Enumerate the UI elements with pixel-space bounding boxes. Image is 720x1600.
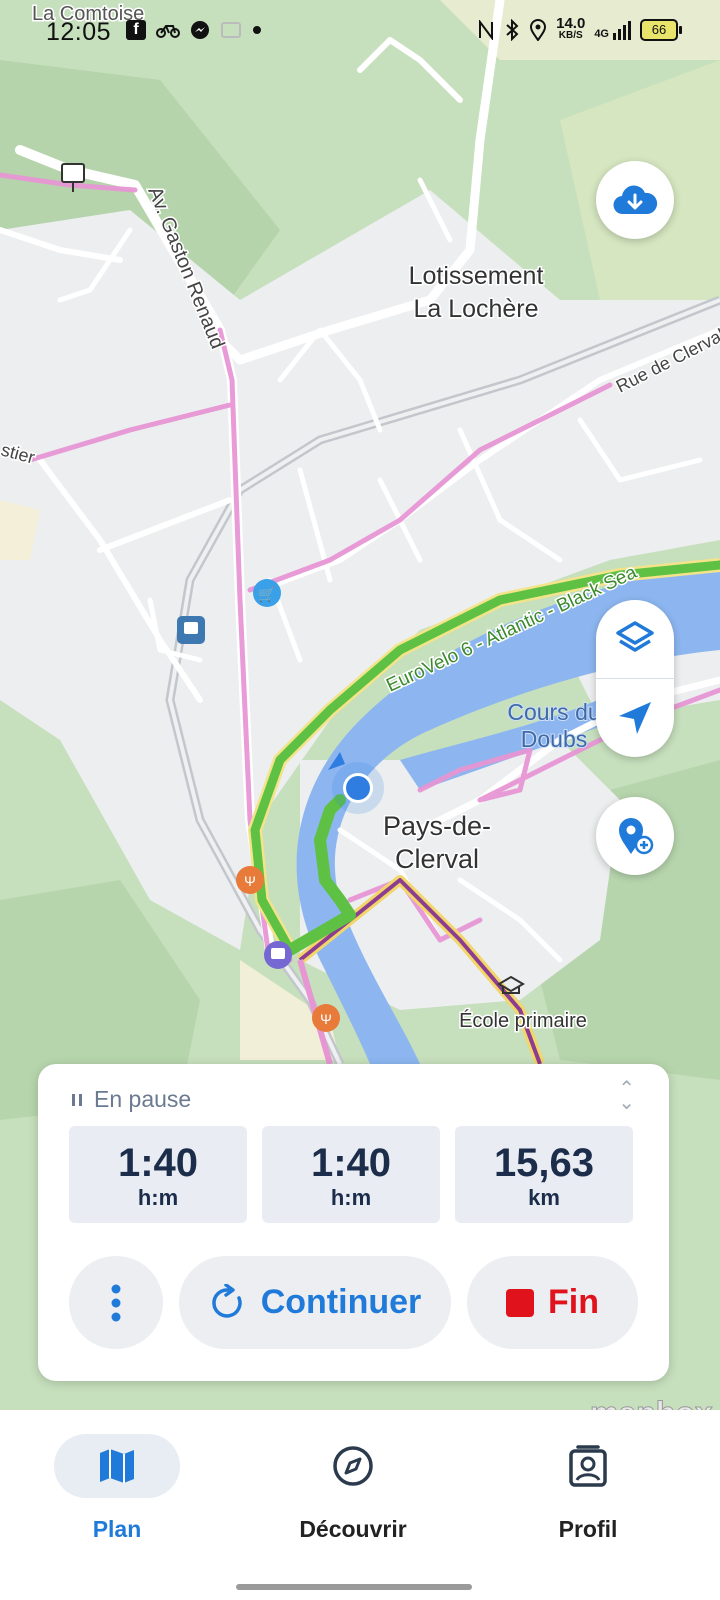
- add-location-icon: [619, 818, 654, 855]
- photo-icon: [221, 22, 241, 38]
- stat-value: 15,63: [493, 1140, 595, 1185]
- navigation-arrow-icon: [619, 702, 651, 734]
- svg-text:🛒: 🛒: [258, 586, 275, 603]
- map-controls: [596, 600, 674, 757]
- map-label-pays-2: Clerval: [395, 844, 479, 874]
- stat-distance: 15,63 km: [455, 1126, 633, 1223]
- battery-icon: 66: [640, 19, 682, 41]
- nav-profil[interactable]: Profil: [488, 1410, 688, 1543]
- map-label-cours-doubs-1: Cours du: [507, 699, 600, 725]
- tracking-status-label: En pause: [94, 1086, 192, 1112]
- map-label-ecole: École primaire: [459, 1009, 587, 1032]
- nav-plan[interactable]: Plan: [17, 1410, 217, 1543]
- map-label-lotissement-2: La Lochère: [413, 295, 538, 323]
- profile-icon: [569, 1445, 607, 1487]
- location-icon: [530, 19, 547, 41]
- messenger-icon: [191, 21, 209, 39]
- dot-icon: [253, 26, 261, 34]
- nav-label: Découvrir: [299, 1516, 407, 1542]
- bike-icon: [156, 25, 180, 38]
- stat-total-time: 1:40 h:m: [262, 1126, 440, 1223]
- stat-unit: h:m: [137, 1184, 179, 1210]
- stat-unit: h:m: [330, 1184, 372, 1210]
- layers-icon: [616, 621, 654, 652]
- stat-value: 1:40: [310, 1140, 392, 1185]
- stat-moving-time: 1:40 h:m: [69, 1126, 247, 1223]
- expand-collapse-icon[interactable]: ⌃ ⌄: [618, 1079, 635, 1113]
- svg-text:Ψ: Ψ: [244, 873, 256, 889]
- layers-button[interactable]: [596, 600, 674, 678]
- status-time: 12:05: [46, 18, 112, 46]
- end-label: Fin: [548, 1283, 599, 1321]
- cloud-download-icon: [613, 185, 658, 215]
- stop-icon: [506, 1288, 534, 1317]
- signal-icon: 4G: [594, 20, 631, 40]
- restaurant-icon[interactable]: Ψ: [312, 1004, 340, 1032]
- nav-decouvrir[interactable]: Découvrir: [253, 1410, 453, 1543]
- recenter-button[interactable]: [596, 679, 674, 757]
- tracking-status: En pause: [72, 1086, 191, 1113]
- net-speed: 14.0 KB/S: [556, 15, 586, 41]
- bottom-nav: Plan Découvrir Profil: [0, 1410, 720, 1600]
- shop-poi-icon[interactable]: 🛒: [253, 579, 281, 607]
- resume-icon: [211, 1283, 242, 1318]
- stats-row: 1:40 h:m 1:40 h:m 15,63 km: [69, 1126, 633, 1223]
- continue-label: Continuer: [260, 1283, 422, 1321]
- bus-stop-icon[interactable]: [177, 616, 205, 644]
- nfc-icon: [479, 20, 494, 40]
- nav-label: Profil: [558, 1516, 618, 1542]
- stat-value: 1:40: [117, 1140, 199, 1185]
- end-button[interactable]: Fin: [467, 1256, 638, 1349]
- more-vertical-icon: [111, 1284, 121, 1321]
- map-label-cours-doubs-2: Doubs: [521, 726, 587, 752]
- nav-label: Plan: [92, 1516, 142, 1542]
- restaurant-icon[interactable]: Ψ: [236, 866, 264, 894]
- continue-button[interactable]: Continuer: [179, 1256, 451, 1349]
- stat-unit: km: [528, 1184, 560, 1210]
- add-place-button[interactable]: [596, 797, 674, 875]
- more-options-button[interactable]: [69, 1256, 163, 1349]
- home-indicator[interactable]: [236, 1584, 472, 1590]
- download-map-button[interactable]: [596, 161, 674, 239]
- map-label-lotissement-1: Lotissement: [409, 262, 544, 290]
- status-bar: 12:05 f 14.0 KB/S 4G 66: [0, 0, 720, 64]
- svg-text:Ψ: Ψ: [320, 1011, 332, 1027]
- train-station-icon[interactable]: [264, 941, 292, 969]
- bluetooth-icon: [506, 19, 519, 41]
- tracking-panel: En pause ⌃ ⌄ 1:40 h:m 1:40 h:m 15,63 km C…: [38, 1064, 669, 1381]
- facebook-icon: f: [126, 20, 146, 40]
- pause-icon: [72, 1093, 82, 1106]
- map-label-pays-1: Pays-de-: [383, 811, 491, 841]
- map-icon: [100, 1449, 134, 1483]
- compass-icon: [333, 1446, 373, 1486]
